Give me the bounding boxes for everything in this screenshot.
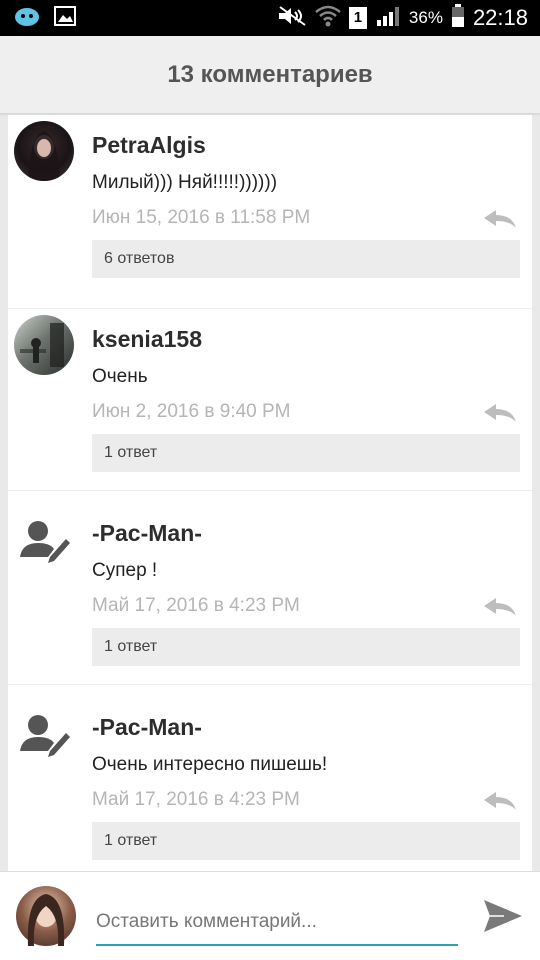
comment-text: Очень (92, 366, 148, 387)
comment-text: Милый))) Няй!!!!!)))))) (92, 172, 278, 193)
default-user-icon[interactable] (14, 707, 74, 767)
comment-input[interactable] (96, 900, 458, 946)
comment-timestamp: Июн 2, 2016 в 9:40 PM (92, 401, 291, 422)
battery-icon (451, 3, 465, 33)
comment-item: PetraAlgis Милый))) Няй!!!!!)))))) Июн 1… (8, 115, 532, 309)
reply-icon[interactable] (482, 402, 518, 424)
comment-author[interactable]: PetraAlgis (92, 132, 206, 159)
signal-icon (375, 5, 401, 32)
comment-timestamp: Май 17, 2016 в 4:23 PM (92, 789, 300, 810)
mute-icon (277, 5, 307, 32)
comment-text: Супер ! (92, 560, 158, 581)
app-icon (14, 5, 40, 32)
clock: 22:18 (472, 5, 528, 30)
reply-icon[interactable] (482, 596, 518, 618)
comment-list[interactable]: PetraAlgis Милый))) Няй!!!!!)))))) Июн 1… (8, 115, 532, 871)
comment-author[interactable]: -Pac-Man- (92, 714, 202, 741)
comment-text: Очень интересно пишешь! (92, 754, 328, 775)
replies-button[interactable]: 1 ответ (92, 628, 520, 666)
sim-icon: 1 (348, 7, 367, 29)
image-icon (54, 5, 76, 31)
reply-icon[interactable] (482, 790, 518, 812)
status-bar: 1 36% 22:18 (0, 0, 540, 36)
replies-button[interactable]: 1 ответ (92, 822, 520, 860)
comment-author[interactable]: -Pac-Man- (92, 520, 202, 547)
comment-author[interactable]: ksenia158 (92, 326, 202, 353)
comment-item: ksenia158 Очень Июн 2, 2016 в 9:40 PM 1 … (8, 297, 532, 491)
comment-input-bar (0, 871, 540, 960)
battery-percent: 36% (408, 8, 443, 27)
reply-icon[interactable] (482, 208, 518, 230)
avatar[interactable] (14, 121, 74, 181)
comment-item: -Pac-Man- Очень интересно пишешь! Май 17… (8, 685, 532, 871)
send-icon[interactable] (482, 896, 524, 936)
page-title: 13 комментариев (167, 60, 373, 88)
header-bar: 13 комментариев (0, 36, 540, 114)
replies-button[interactable]: 6 ответов (92, 240, 520, 278)
avatar[interactable] (14, 315, 74, 375)
comment-timestamp: Май 17, 2016 в 4:23 PM (92, 595, 300, 616)
wifi-icon (315, 5, 341, 32)
my-avatar (16, 886, 76, 946)
comment-timestamp: Июн 15, 2016 в 11:58 PM (92, 207, 311, 228)
default-user-icon[interactable] (14, 513, 74, 573)
replies-button[interactable]: 1 ответ (92, 434, 520, 472)
comment-item: -Pac-Man- Супер ! Май 17, 2016 в 4:23 PM… (8, 491, 532, 685)
